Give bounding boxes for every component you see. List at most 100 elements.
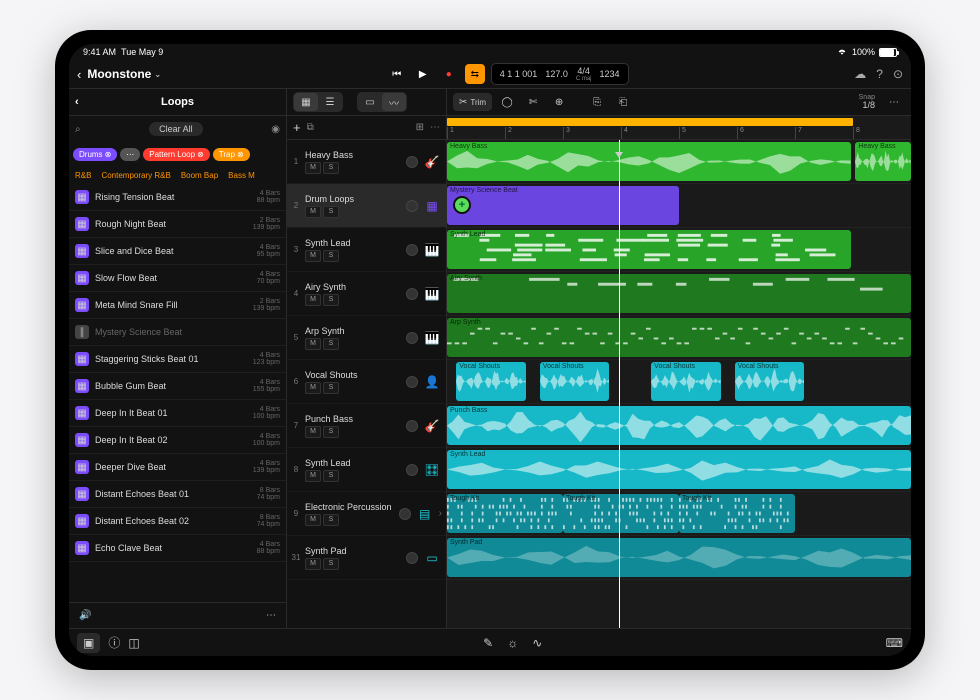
volume-knob[interactable]: [406, 332, 418, 344]
volume-knob[interactable]: [406, 200, 418, 212]
browser-button[interactable]: ▣: [77, 633, 100, 653]
mute-button[interactable]: M: [305, 558, 321, 570]
track-lane[interactable]: Punch Bass: [447, 404, 911, 448]
region[interactable]: Synth Lead: [447, 230, 851, 269]
view-list-button[interactable]: ☰: [318, 93, 342, 111]
mute-button[interactable]: M: [305, 514, 321, 526]
clear-all-button[interactable]: Clear All: [149, 122, 203, 136]
scissors-tool[interactable]: ✄: [522, 93, 544, 111]
genre-tab[interactable]: R&B: [75, 171, 91, 180]
project-title[interactable]: Moonstone ⌄: [87, 67, 161, 81]
region[interactable]: Punch Bass: [447, 406, 911, 445]
region[interactable]: Synth Lead: [447, 450, 911, 489]
region[interactable]: Vocal Shouts: [540, 362, 610, 401]
library-button[interactable]: ◫: [128, 636, 139, 650]
play-button[interactable]: ▶: [413, 64, 433, 84]
cloud-icon[interactable]: ☁: [854, 67, 866, 81]
track-lane[interactable]: Synth Lead: [447, 448, 911, 492]
region[interactable]: Heavy Bass: [855, 142, 911, 181]
trackhead-more-icon[interactable]: ⋯: [430, 122, 440, 133]
instrument-icon[interactable]: 🎹: [422, 328, 442, 348]
rewind-button[interactable]: ⏮: [387, 64, 407, 84]
region[interactable]: Tough Kit: [679, 494, 795, 533]
expand-chevron-icon[interactable]: ›: [439, 508, 442, 519]
instrument-icon[interactable]: 👤: [422, 372, 442, 392]
loop-item[interactable]: ▦ Echo Clave Beat 4 Bars88 bpm: [69, 535, 286, 562]
track-header[interactable]: 1 Heavy Bass MS 🎸: [287, 140, 446, 184]
mute-button[interactable]: M: [305, 338, 321, 350]
track-lane[interactable]: Vocal Shouts Vocal Shouts Vocal Shouts Voca…: [447, 360, 911, 404]
fx-button[interactable]: ☼: [507, 636, 518, 650]
loop-item[interactable]: ▦ Rough Night Beat 2 Bars139 bpm: [69, 211, 286, 238]
genre-tab[interactable]: Bass M: [228, 171, 255, 180]
back-chevron-icon[interactable]: ‹: [77, 67, 81, 82]
region[interactable]: Vocal Shouts: [651, 362, 721, 401]
loop-item[interactable]: ▦ Meta Mind Snare Fill 2 Bars139 bpm: [69, 292, 286, 319]
snap-display[interactable]: Snap 1/8: [859, 94, 879, 110]
mute-button[interactable]: M: [305, 250, 321, 262]
filter-pill[interactable]: Drums⊗: [73, 148, 117, 161]
genre-tabs[interactable]: R&BContemporary R&BBoom BapBass M: [69, 166, 287, 184]
timeline-area[interactable]: 12345678 Heavy BassHeavy BassMystery Sci…: [447, 116, 911, 628]
region[interactable]: Arp Synth: [447, 318, 911, 357]
loop-list[interactable]: ▦ Rising Tension Beat 4 Bars88 bpm▦ Roug…: [69, 184, 286, 602]
region[interactable]: Vocal Shouts: [735, 362, 805, 401]
results-icon[interactable]: ◉: [271, 124, 280, 135]
sidebar-more-icon[interactable]: ⋯: [266, 610, 276, 621]
record-button[interactable]: ●: [439, 64, 459, 84]
solo-button[interactable]: S: [323, 558, 339, 570]
region[interactable]: Tough Kit: [563, 494, 679, 533]
info-button[interactable]: ⓘ: [108, 634, 120, 651]
loop-item[interactable]: ▦ Distant Echoes Beat 01 8 Bars74 bpm: [69, 481, 286, 508]
solo-button[interactable]: S: [323, 162, 339, 174]
region[interactable]: Mystery Science Beat: [447, 186, 679, 225]
filter-pill[interactable]: Pattern Loop⊗: [143, 148, 210, 161]
solo-button[interactable]: S: [323, 294, 339, 306]
track-lane[interactable]: Airy Synth: [447, 272, 911, 316]
solo-button[interactable]: S: [323, 470, 339, 482]
instrument-icon[interactable]: 🎹: [422, 240, 442, 260]
volume-knob[interactable]: [406, 464, 418, 476]
instrument-icon[interactable]: 🎛: [422, 460, 442, 480]
edit-button[interactable]: ✎: [483, 636, 493, 650]
track-header[interactable]: 7 Punch Bass MS 🎸: [287, 404, 446, 448]
mixer-button[interactable]: ∿: [532, 636, 542, 650]
filter-more[interactable]: ⋯: [120, 148, 140, 161]
search-icon[interactable]: ⌕: [75, 124, 81, 135]
keyboard-button[interactable]: ⌨: [886, 636, 903, 650]
playhead[interactable]: [619, 140, 620, 628]
volume-knob[interactable]: [406, 244, 418, 256]
mute-button[interactable]: M: [305, 206, 321, 218]
loop-item[interactable]: ▦ Rising Tension Beat 4 Bars88 bpm: [69, 184, 286, 211]
trim-tool[interactable]: ✂ Trim: [453, 93, 492, 111]
cycle-button[interactable]: ⇆: [465, 64, 485, 84]
volume-knob[interactable]: [399, 508, 411, 520]
duplicate-track-button[interactable]: ⧉: [307, 122, 314, 133]
loop-item[interactable]: ▦ Distant Echoes Beat 02 8 Bars74 bpm: [69, 508, 286, 535]
region[interactable]: Vocal Shouts: [456, 362, 526, 401]
loop-item[interactable]: ▦ Deep In It Beat 01 4 Bars100 bpm: [69, 400, 286, 427]
instrument-icon[interactable]: 🎹: [422, 284, 442, 304]
track-header[interactable]: 6 Vocal Shouts MS 👤: [287, 360, 446, 404]
instrument-icon[interactable]: 🎸: [422, 416, 442, 436]
track-header[interactable]: 31 Synth Pad MS ▭: [287, 536, 446, 580]
join-tool[interactable]: ⊕: [548, 93, 570, 111]
mic-button[interactable]: ⊞: [416, 122, 424, 133]
view-grid-button[interactable]: ▦: [294, 93, 318, 111]
lcd-display[interactable]: 4 1 1 001 127.0 4/4C maj 1234: [491, 63, 629, 85]
genre-tab[interactable]: Contemporary R&B: [101, 171, 170, 180]
solo-button[interactable]: S: [323, 206, 339, 218]
paste-tool[interactable]: ⎗: [612, 93, 634, 111]
loop-item[interactable]: ▦ Deeper Dive Beat 4 Bars139 bpm: [69, 454, 286, 481]
track-header[interactable]: 5 Arp Synth MS 🎹: [287, 316, 446, 360]
loop-item[interactable]: ▦ Slow Flow Beat 4 Bars70 bpm: [69, 265, 286, 292]
volume-knob[interactable]: [406, 552, 418, 564]
region[interactable]: Synth Pad: [447, 538, 911, 577]
volume-knob[interactable]: [406, 420, 418, 432]
solo-button[interactable]: S: [323, 338, 339, 350]
track-header[interactable]: 3 Synth Lead MS 🎹: [287, 228, 446, 272]
volume-icon[interactable]: 🔊: [79, 610, 91, 621]
instrument-icon[interactable]: ▦: [422, 196, 442, 216]
track-lanes[interactable]: Heavy BassHeavy BassMystery Science Beat…: [447, 140, 911, 628]
solo-button[interactable]: S: [323, 250, 339, 262]
